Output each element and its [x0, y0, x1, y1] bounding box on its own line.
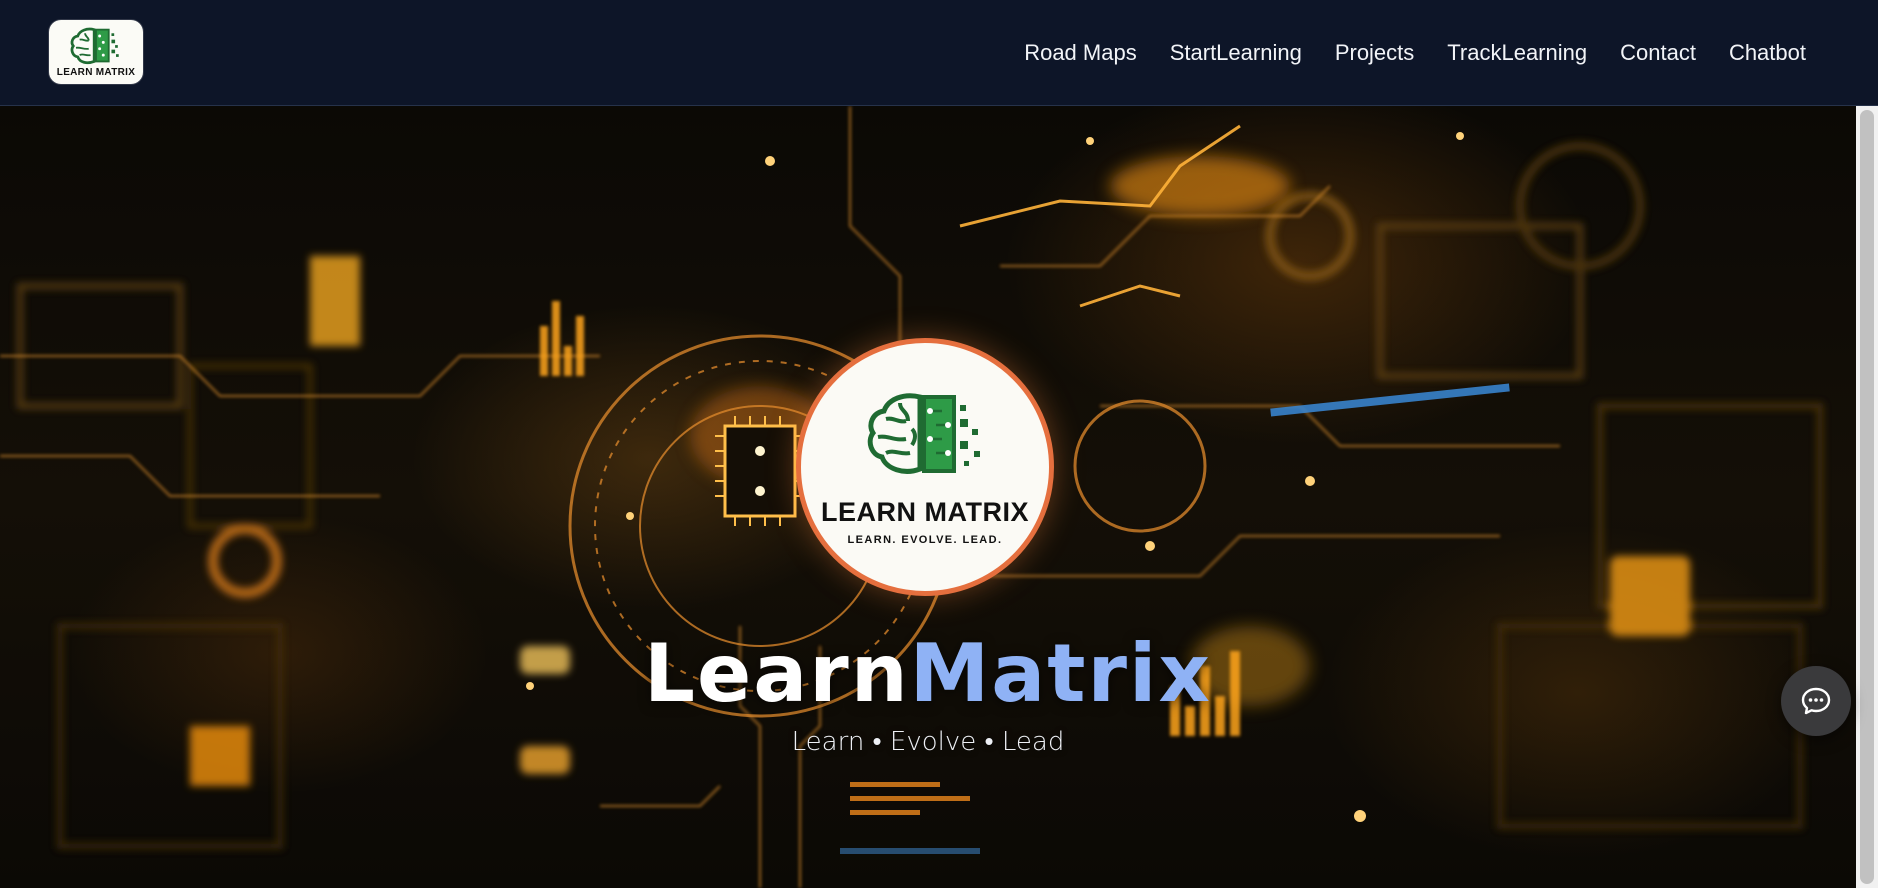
- hero-title-matrix: Matrix: [909, 627, 1212, 720]
- page: LEARN MATRIX Road Maps StartLearning Pro…: [0, 0, 1878, 888]
- nav-logo[interactable]: LEARN MATRIX: [49, 20, 143, 84]
- hero-logo: LEARN MATRIX LEARN. EVOLVE. LEAD.: [796, 338, 1054, 596]
- scrollbar-thumb[interactable]: [1860, 110, 1874, 884]
- nav-links: Road Maps StartLearning Projects TrackLe…: [1024, 0, 1806, 106]
- chat-button[interactable]: [1781, 666, 1851, 736]
- navbar: LEARN MATRIX Road Maps StartLearning Pro…: [0, 0, 1878, 106]
- nav-link-start-learning[interactable]: StartLearning: [1170, 40, 1302, 66]
- hero-title: LearnMatrix: [0, 634, 1856, 714]
- nav-link-contact[interactable]: Contact: [1620, 40, 1696, 66]
- nav-link-chatbot[interactable]: Chatbot: [1729, 40, 1806, 66]
- nav-logo-text: LEARN MATRIX: [56, 67, 136, 78]
- hero-logo-title: LEARN MATRIX: [821, 496, 1029, 527]
- chat-bubble-icon: [1801, 687, 1831, 715]
- hero-logo-tagline: LEARN. EVOLVE. LEAD.: [847, 533, 1003, 546]
- brain-circuit-icon: [70, 27, 119, 65]
- brain-circuit-icon: [867, 392, 980, 474]
- hero-title-learn: Learn: [644, 627, 910, 720]
- hero-tagline: Learn • Evolve • Lead: [791, 727, 1065, 757]
- nav-link-projects[interactable]: Projects: [1335, 40, 1414, 66]
- hero-section: LEARN MATRIX LEARN. EVOLVE. LEAD. LearnM…: [0, 106, 1856, 888]
- nav-link-track-learning[interactable]: TrackLearning: [1447, 40, 1587, 66]
- nav-link-road-maps[interactable]: Road Maps: [1024, 40, 1137, 66]
